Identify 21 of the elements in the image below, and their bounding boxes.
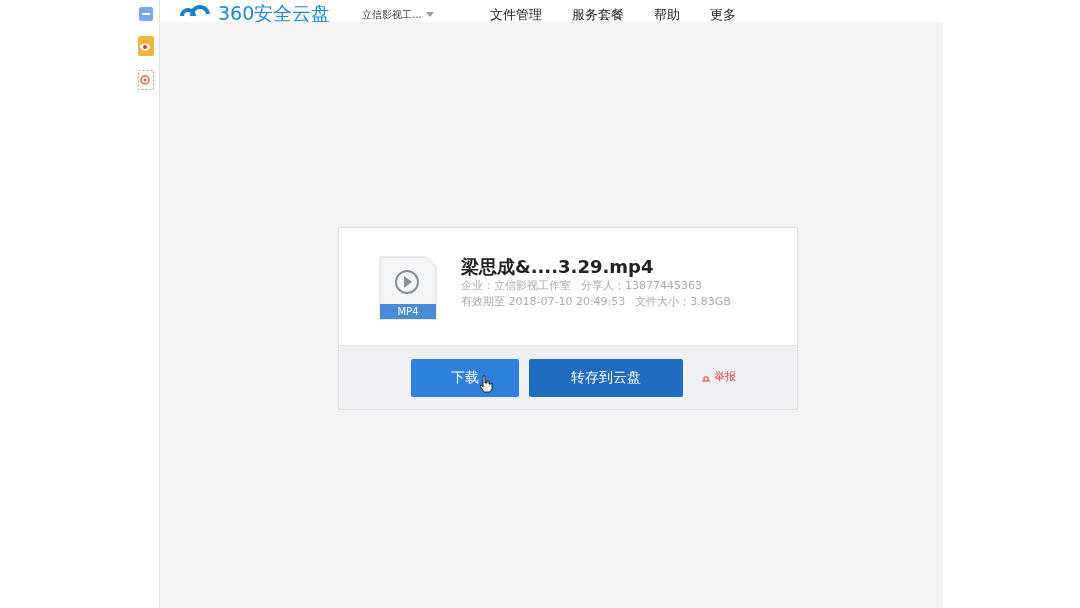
file-detail: 分享人：13877445363 xyxy=(581,278,702,294)
report-link[interactable]: 举报 xyxy=(701,369,736,386)
nav-link[interactable]: 服务套餐 xyxy=(571,7,624,22)
play-icon xyxy=(395,270,419,294)
download-button[interactable]: 下载 xyxy=(411,358,519,397)
nav-link[interactable]: 帮助 xyxy=(653,7,680,22)
caret-icon xyxy=(425,12,434,18)
eye-icon[interactable] xyxy=(138,36,154,56)
file-detail: 企业：立信影视工作室 xyxy=(461,278,571,294)
save-to-cloud-button[interactable]: 转存到云盘 xyxy=(529,358,683,397)
file-name: 梁思成&....3.29.mp4 xyxy=(461,256,655,278)
file-detail: 文件大小：3.83GB xyxy=(635,294,731,310)
file-detail: 有效期至 2018-07-10 20:49:53 xyxy=(461,294,626,310)
at-icon[interactable] xyxy=(138,70,154,90)
hand-cursor-icon xyxy=(479,374,493,393)
file-icon xyxy=(379,256,437,320)
logo-text: 360安全云盘 xyxy=(218,4,331,22)
account-menu[interactable]: 立信影视工... xyxy=(362,8,422,22)
file-type-label: MP4 xyxy=(396,305,420,319)
nav-link[interactable]: 文件管理 xyxy=(489,7,542,22)
nav-link[interactable]: 更多 xyxy=(709,7,736,22)
